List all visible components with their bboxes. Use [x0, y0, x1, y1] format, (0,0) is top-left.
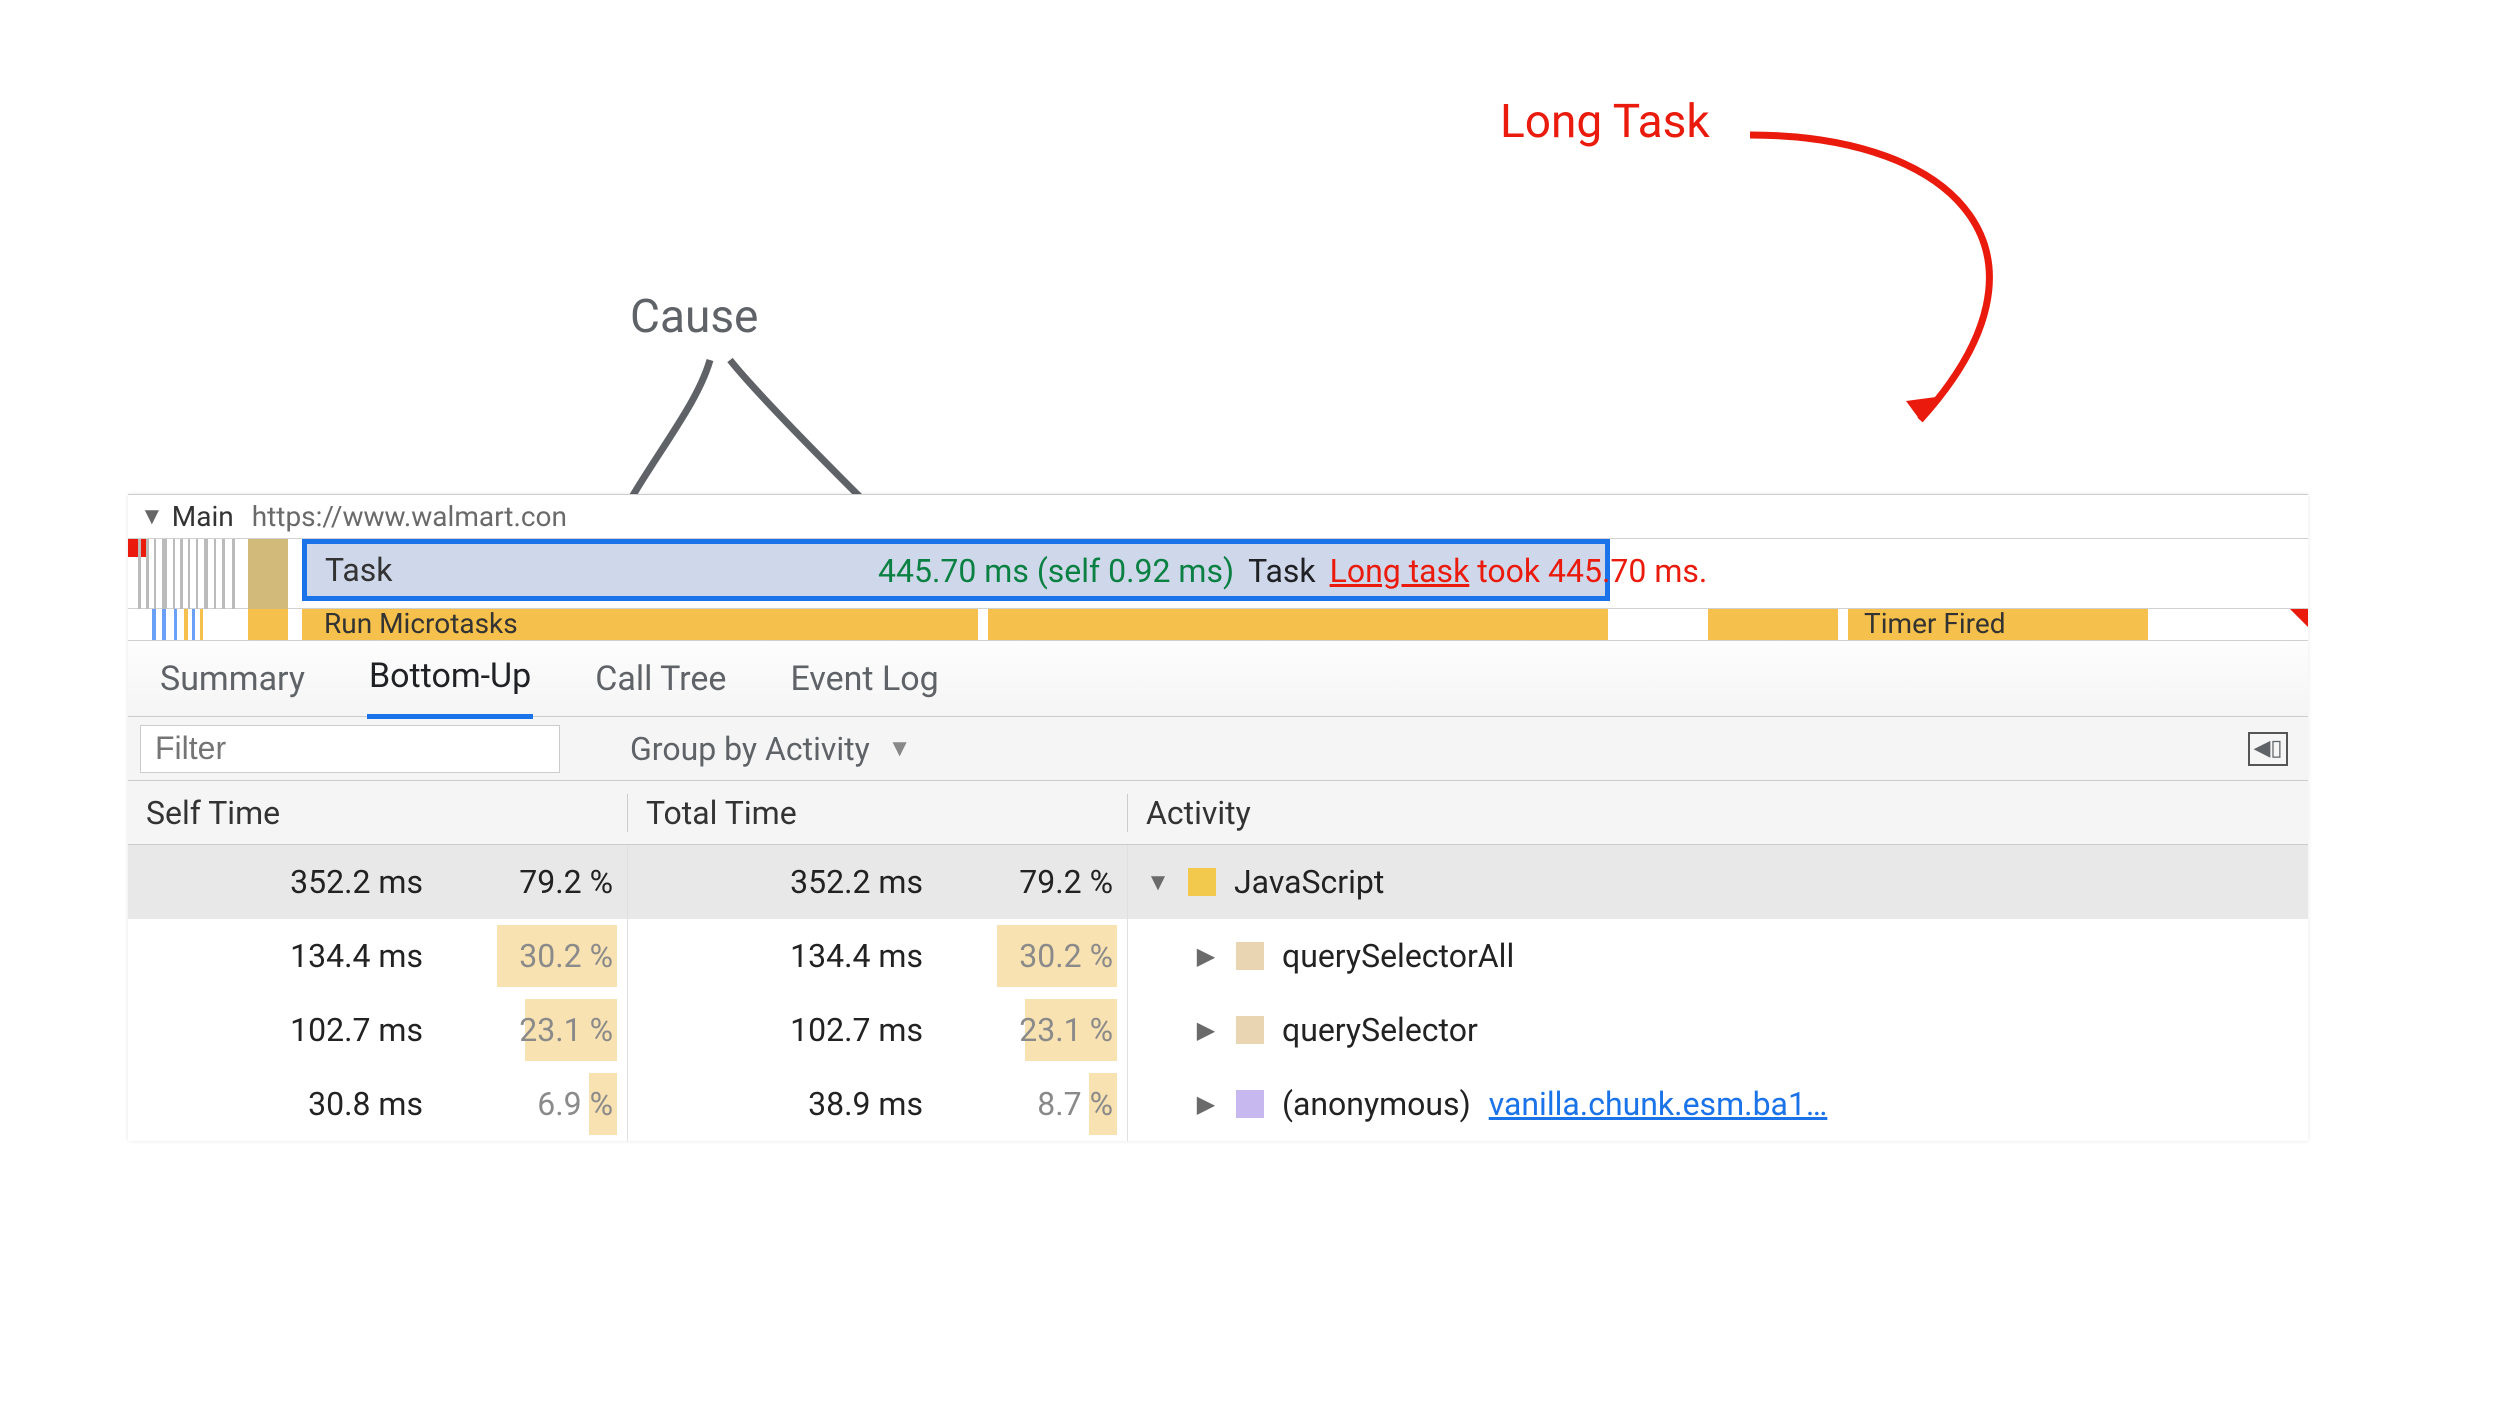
tab-call-tree[interactable]: Call Tree [593, 641, 728, 717]
activity-label: querySelector [1282, 1011, 1478, 1049]
long-task-warning: Long task took 445.70 ms. [1330, 552, 1708, 590]
minimap-micro [128, 609, 302, 641]
filter-bar: Group by Activity ▼ ◀▯ [128, 717, 2308, 781]
microtasks-label: Run Microtasks [324, 609, 518, 640]
total-time-pct: 8.7 % [933, 1085, 1113, 1123]
bottom-up-table: 352.2 ms 79.2 % 352.2 ms 79.2 % ▼ JavaScript 1… [128, 845, 2308, 1141]
flame-block[interactable] [1708, 609, 1838, 640]
self-time-pct: 79.2 % [433, 863, 613, 901]
self-time-ms: 30.8 ms [213, 1085, 423, 1123]
filter-input[interactable] [140, 725, 560, 773]
group-by-label: Group by Activity [630, 730, 870, 768]
flame-row-task: Task 445.70 ms (self 0.92 ms) Task Long … [128, 539, 2308, 609]
activity-label: (anonymous) [1282, 1085, 1471, 1123]
tab-bottom-up[interactable]: Bottom-Up [367, 638, 533, 719]
activity-swatch-icon [1236, 942, 1264, 970]
activity-swatch-icon [1188, 868, 1216, 896]
minimap-task [128, 539, 302, 609]
self-time-ms: 134.4 ms [213, 937, 423, 975]
arrow-long-task [1740, 115, 2120, 445]
flame-task-label: Task [325, 551, 392, 589]
chevron-right-icon[interactable]: ▶ [1194, 1090, 1218, 1118]
activity-label: JavaScript [1234, 863, 1384, 901]
activity-swatch-icon [1236, 1016, 1264, 1044]
table-row[interactable]: 102.7 ms 23.1 % 102.7 ms 23.1 % ▶ querySelect… [128, 993, 2308, 1067]
self-time-ms: 102.7 ms [213, 1011, 423, 1049]
table-row[interactable]: 30.8 ms 6.9 % 38.9 ms 8.7 % ▶ (anonymous) vani… [128, 1067, 2308, 1141]
task-tooltip-name: Task [1248, 552, 1315, 590]
chevron-right-icon[interactable]: ▶ [1194, 942, 1218, 970]
total-time-ms: 38.9 ms [713, 1085, 923, 1123]
thread-name: Main [172, 500, 234, 533]
self-time-ms: 352.2 ms [213, 863, 423, 901]
chevron-right-icon[interactable]: ▶ [1194, 1016, 1218, 1044]
table-row[interactable]: 134.4 ms 30.2 % 134.4 ms 30.2 % ▶ querySelect… [128, 919, 2308, 993]
activity-label: querySelectorAll [1282, 937, 1514, 975]
self-time-pct: 30.2 % [433, 937, 613, 975]
flame-row-microtasks: Run Microtasks Timer Fired [128, 609, 2308, 641]
self-time-pct: 6.9 % [433, 1085, 613, 1123]
flame-block[interactable] [988, 609, 1608, 640]
total-time-ms: 352.2 ms [713, 863, 923, 901]
marker-icon [2290, 609, 2308, 627]
activity-source-link[interactable]: vanilla.chunk.esm.ba1… [1489, 1085, 1828, 1123]
annotation-cause: Cause [630, 290, 758, 344]
activity-swatch-icon [1236, 1090, 1264, 1118]
chevron-down-icon[interactable]: ▼ [1146, 868, 1170, 897]
table-header: Self Time Total Time Activity [128, 781, 2308, 845]
self-time-pct: 23.1 % [433, 1011, 613, 1049]
thread-url: https://www.walmart.con [252, 500, 567, 533]
timer-fired-label: Timer Fired [1864, 609, 2006, 640]
total-time-ms: 134.4 ms [713, 937, 923, 975]
total-time-pct: 30.2 % [933, 937, 1113, 975]
tab-summary[interactable]: Summary [158, 641, 307, 717]
details-tabs: Summary Bottom-Up Call Tree Event Log [128, 641, 2308, 717]
total-time-pct: 79.2 % [933, 863, 1113, 901]
performance-panel: ▼ Main https://www.walmart.con Task 445.… [128, 494, 2308, 1141]
column-total-time[interactable]: Total Time [628, 794, 1128, 832]
annotation-long-task: Long Task [1500, 95, 1710, 149]
total-time-ms: 102.7 ms [713, 1011, 923, 1049]
task-timing: 445.70 ms (self 0.92 ms) [878, 552, 1234, 590]
column-activity[interactable]: Activity [1128, 794, 2308, 832]
group-by-dropdown[interactable]: Group by Activity ▼ [630, 730, 912, 768]
chevron-down-icon: ▼ [888, 734, 912, 763]
table-row[interactable]: 352.2 ms 79.2 % 352.2 ms 79.2 % ▼ JavaScript [128, 845, 2308, 919]
chevron-down-icon: ▼ [140, 502, 164, 531]
flame-task-tooltip: 445.70 ms (self 0.92 ms) Task Long task … [878, 552, 1707, 590]
tab-event-log[interactable]: Event Log [788, 641, 940, 717]
total-time-pct: 23.1 % [933, 1011, 1113, 1049]
show-heaviest-stack-button[interactable]: ◀▯ [2248, 732, 2288, 766]
column-self-time[interactable]: Self Time [128, 794, 628, 832]
thread-header[interactable]: ▼ Main https://www.walmart.con [128, 495, 2308, 539]
